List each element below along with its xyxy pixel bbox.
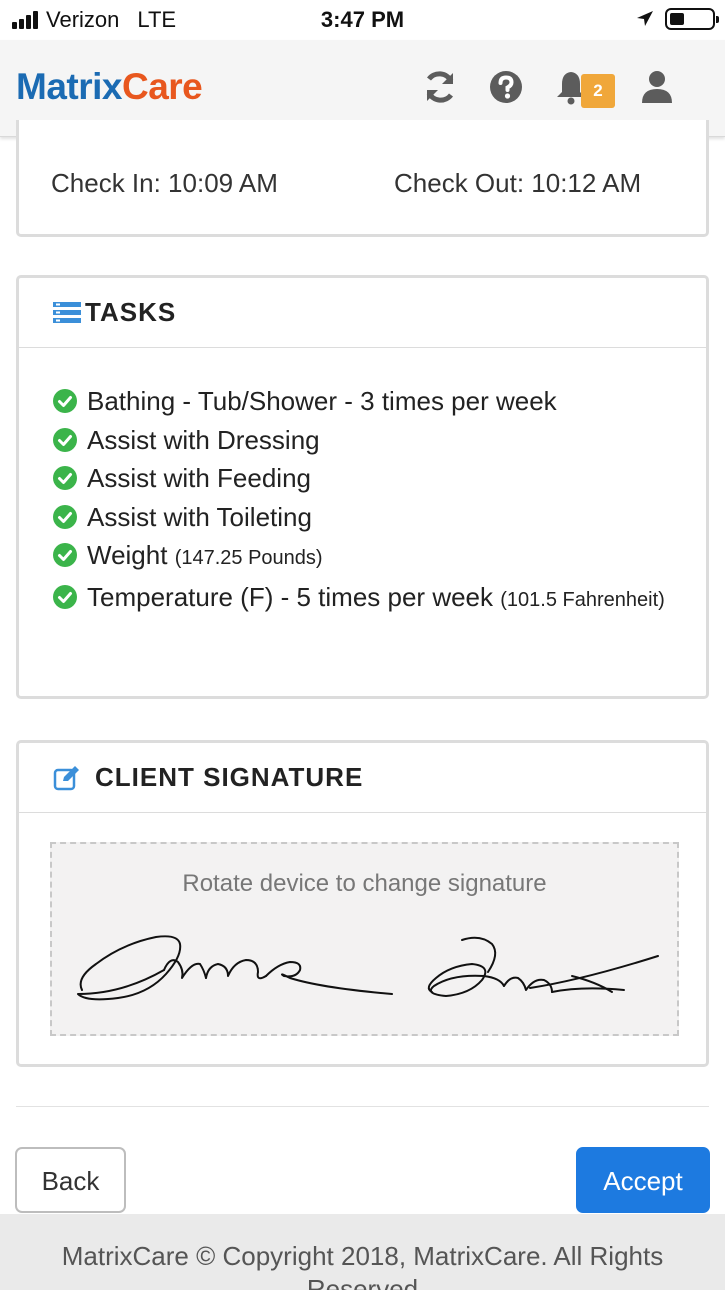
accept-button[interactable]: Accept [576,1147,710,1213]
task-list: Bathing - Tub/Shower - 3 times per week … [53,382,673,619]
task-label: Assist with Toileting [87,501,312,532]
location-arrow-icon [637,11,653,26]
divider [16,1106,709,1107]
task-measurement: (147.25 Pounds) [174,547,323,569]
task-measurement: (101.5 Fahrenheit) [500,588,665,611]
check-circle-icon [53,504,77,529]
copyright-text: MatrixCare © Copyright 2018, MatrixCare.… [61,1241,664,1290]
matrixcare-logo[interactable]: MatrixCare [16,66,203,108]
task-item: Assist with Feeding [53,459,673,498]
task-label: Weight [87,540,168,570]
task-label: Temperature (F) - 5 times per week [87,581,494,612]
visit-times-row: Check In: 10:09 AM Check Out: 10:12 AM [51,168,666,199]
signature-pad[interactable]: Rotate device to change signature [50,842,679,1036]
check-circle-icon [53,466,77,490]
refresh-icon[interactable] [420,67,460,107]
check-circle-icon [53,389,77,413]
client-signature-card: CLIENT SIGNATURE Rotate device to change… [16,740,709,1067]
task-label: Assist with Feeding [87,463,311,493]
task-item: Weight (147.25 Pounds) [53,536,673,578]
help-icon[interactable] [486,67,526,107]
edit-icon [53,765,79,790]
signature-title: CLIENT SIGNATURE [95,762,364,792]
task-item: Temperature (F) - 5 times per week (101.… [53,578,673,620]
footer: MatrixCare © Copyright 2018, MatrixCare.… [0,1214,725,1290]
logo-text-matrix: Matrix [16,66,122,107]
clock: 3:47 PM [320,7,405,32]
task-item: Assist with Dressing [53,421,673,460]
visit-times-card: Check In: 10:09 AM Check Out: 10:12 AM [16,120,709,237]
status-bar: Verizon LTE 3:47 PM [0,0,725,40]
back-button[interactable]: Back [15,1147,126,1213]
logo-text-care: Care [121,66,203,107]
check-in-time: Check In: 10:09 AM [51,168,278,198]
task-label: Assist with Dressing [87,424,320,455]
check-circle-icon [53,543,77,567]
task-label: Bathing - Tub/Shower - 3 times per week [87,386,557,416]
tasks-card-header: TASKS [19,278,706,348]
signature-card-header: CLIENT SIGNATURE [19,743,706,813]
tasks-list-icon [53,301,81,323]
task-item: Assist with Toileting [53,498,673,537]
tasks-title: TASKS [85,297,177,327]
check-circle-icon [53,584,77,609]
battery-icon [665,8,719,30]
status-right [635,8,719,30]
signature-drawing [77,935,659,1001]
check-circle-icon [53,427,77,452]
task-item: Bathing - Tub/Shower - 3 times per week [53,382,673,421]
user-icon[interactable] [637,67,677,107]
notification-count-badge[interactable]: 2 [581,74,615,108]
tasks-card: TASKS Bathing - Tub/Shower - 3 times per… [16,275,709,699]
signature-hint: Rotate device to change signature [182,870,547,897]
check-out-time: Check Out: 10:12 AM [394,168,642,198]
